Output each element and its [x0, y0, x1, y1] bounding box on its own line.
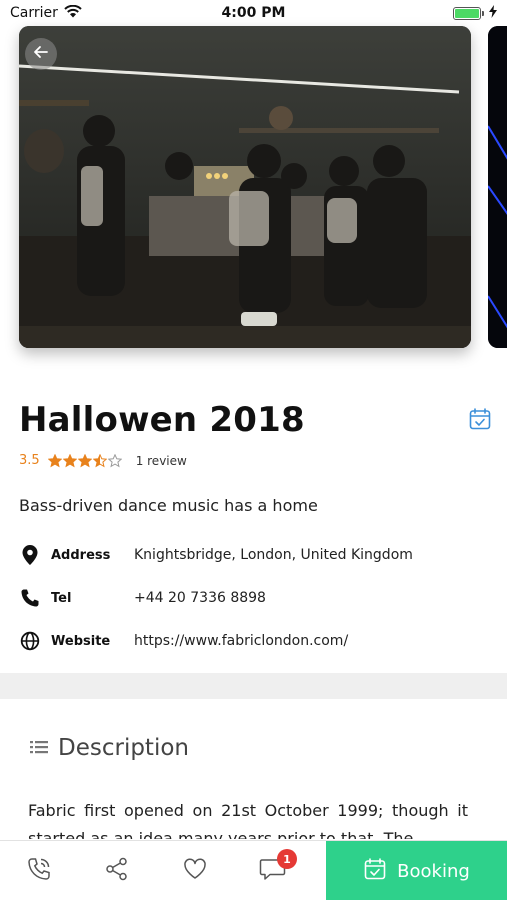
star-full-icon: [47, 453, 62, 467]
chat-button[interactable]: 1: [234, 841, 312, 900]
booking-label: Booking: [397, 860, 470, 882]
event-title: Hallowen 2018: [19, 400, 305, 440]
section-divider: [0, 673, 507, 699]
wifi-icon: [64, 4, 82, 22]
charging-icon: [489, 4, 497, 22]
rating-value: 3.5: [19, 453, 40, 468]
tel-value: +44 20 7336 8898: [134, 590, 266, 606]
calendar-check-icon: [363, 857, 387, 886]
star-half-icon: [92, 453, 107, 467]
address-value: Knightsbridge, London, United Kingdom: [134, 547, 413, 563]
chat-badge: 1: [277, 849, 297, 869]
rating-row: 3.5 1 review: [19, 453, 187, 468]
event-tagline: Bass-driven dance music has a home: [19, 496, 318, 515]
phone-row[interactable]: Tel +44 20 7336 8898: [19, 586, 489, 610]
rating-stars: [47, 453, 122, 468]
event-photo[interactable]: [19, 26, 471, 348]
heart-icon: [182, 856, 208, 886]
star-empty-icon: [107, 453, 122, 467]
list-icon: [30, 739, 48, 758]
address-label: Address: [51, 547, 111, 563]
photo-gallery[interactable]: [0, 26, 507, 356]
booking-button[interactable]: Booking: [326, 841, 507, 900]
address-row[interactable]: Address Knightsbridge, London, United Ki…: [19, 543, 489, 567]
location-pin-icon: [19, 544, 41, 566]
website-label: Website: [51, 633, 111, 649]
website-value[interactable]: https://www.fabriclondon.com/: [134, 633, 348, 649]
next-photo-preview[interactable]: [488, 26, 507, 348]
star-full-icon: [62, 453, 77, 467]
description-header: Description: [30, 735, 189, 761]
description-title: Description: [58, 735, 189, 761]
bottom-action-bar: 1 Booking: [0, 840, 507, 900]
battery-icon: [453, 6, 484, 20]
call-button[interactable]: [0, 841, 78, 900]
phone-icon: [19, 587, 41, 609]
phone-call-icon: [26, 856, 52, 886]
review-count[interactable]: 1 review: [136, 454, 187, 468]
status-bar: Carrier 4:00 PM: [0, 0, 507, 26]
share-icon: [104, 856, 130, 886]
globe-icon: [19, 630, 41, 652]
tel-label: Tel: [51, 590, 72, 606]
back-button[interactable]: [25, 38, 57, 70]
share-button[interactable]: [78, 841, 156, 900]
star-full-icon: [77, 453, 92, 467]
description-text: Fabric first opened on 21st October 1999…: [28, 801, 468, 839]
add-to-calendar-button[interactable]: [468, 407, 492, 431]
arrow-left-icon: [33, 44, 49, 65]
calendar-check-icon: [468, 408, 492, 435]
carrier-label: Carrier: [10, 5, 58, 21]
favorite-button[interactable]: [156, 841, 234, 900]
website-row[interactable]: Website https://www.fabriclondon.com/: [19, 629, 489, 653]
